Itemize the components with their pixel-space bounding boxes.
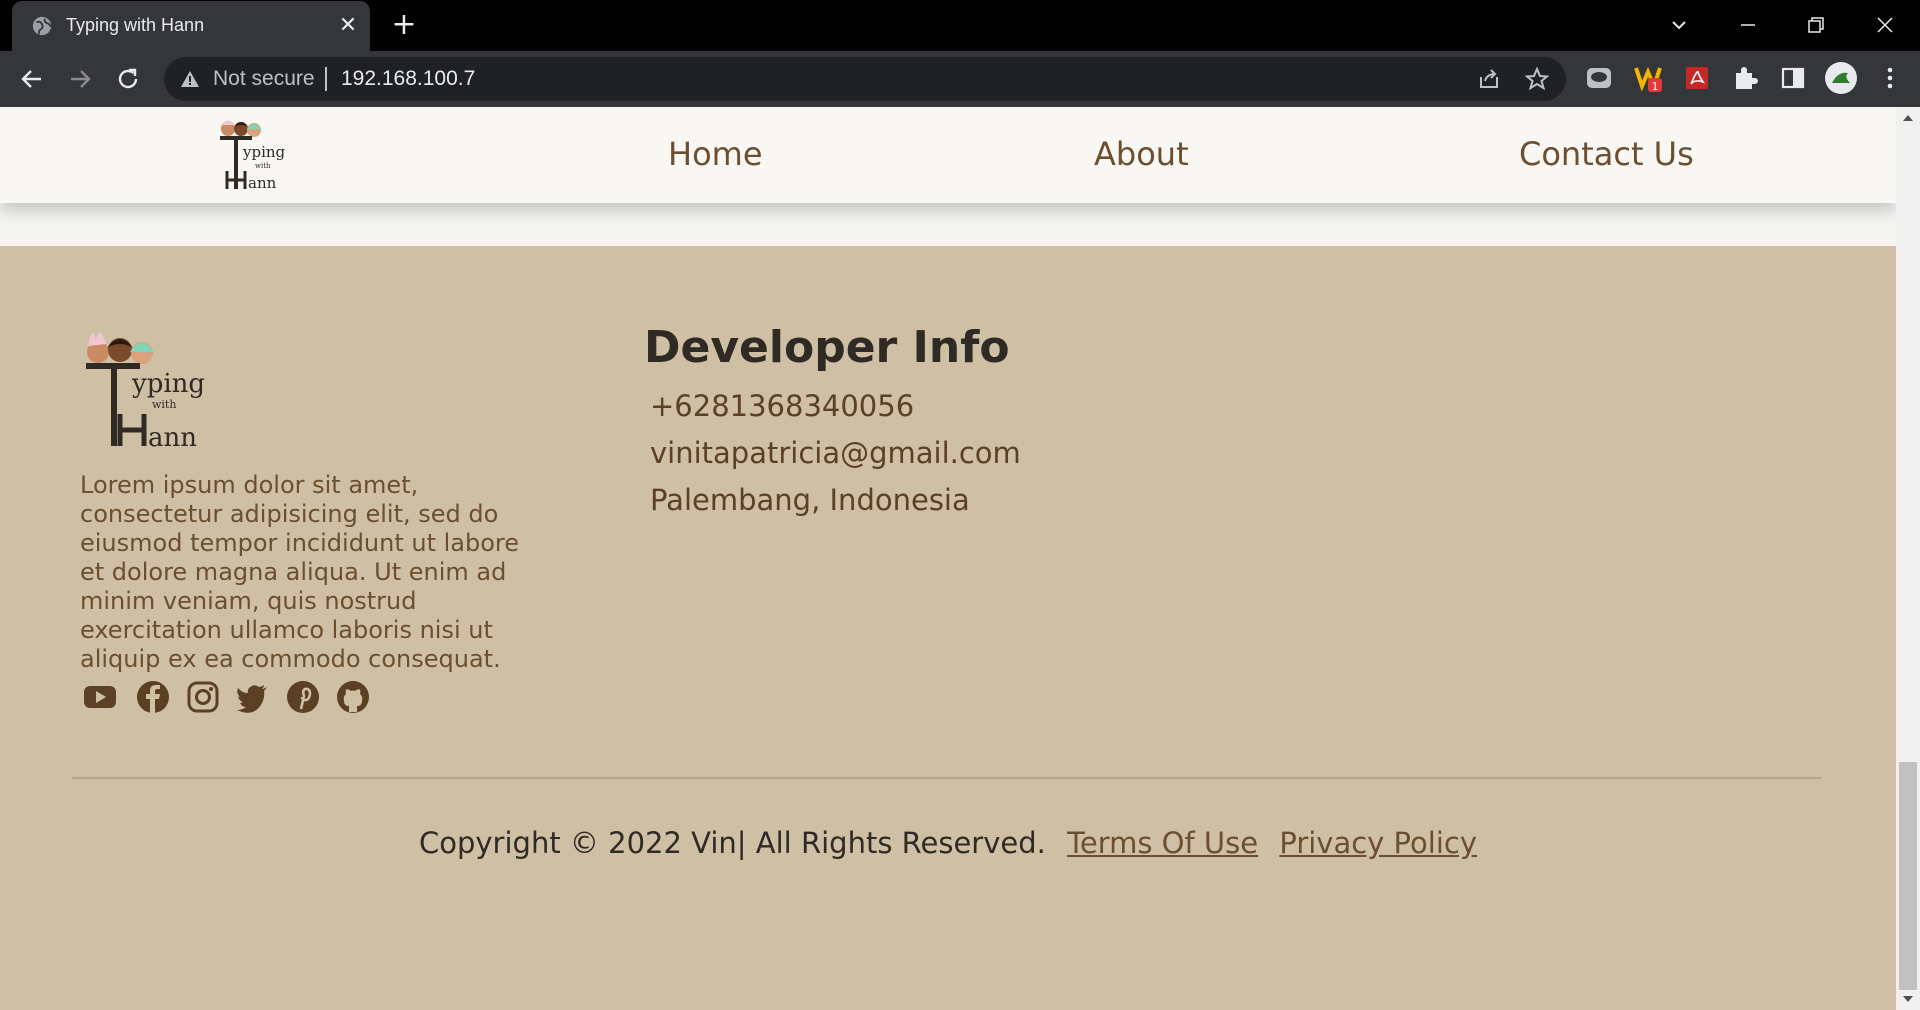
svg-text:with: with [152, 398, 176, 411]
chat-extension-icon[interactable] [1585, 64, 1613, 92]
security-label[interactable]: Not secure [213, 67, 315, 91]
page-scrollbar[interactable] [1896, 107, 1920, 1010]
close-tab-icon[interactable]: ✕ [336, 14, 360, 38]
footer-logo[interactable]: yping with ann [80, 326, 220, 456]
youtube-icon[interactable] [82, 679, 118, 715]
svg-text:yping: yping [131, 369, 205, 399]
close-window-icon[interactable] [1870, 10, 1900, 40]
social-links [82, 679, 382, 715]
office-extension-icon[interactable]: 1 [1634, 64, 1662, 92]
share-icon[interactable] [1477, 67, 1501, 91]
site-footer: yping with ann Lorem ipsum dolor sit ame… [0, 246, 1896, 1010]
pinterest-icon[interactable] [285, 679, 321, 715]
developer-location: Palembang, Indonesia [650, 483, 970, 517]
svg-text:yping: yping [242, 143, 286, 161]
twitter-icon[interactable] [234, 679, 270, 715]
terms-of-use-link[interactable]: Terms Of Use [1067, 826, 1258, 860]
copyright-text: Copyright © 2022 Vin| All Rights Reserve… [419, 826, 1046, 860]
browser-toolbar: Not secure 192.168.100.7 1 [0, 51, 1920, 107]
new-tab-icon[interactable]: + [389, 10, 419, 41]
scroll-up-icon[interactable] [1902, 113, 1914, 123]
tab-search-icon[interactable] [1664, 10, 1694, 40]
scroll-down-icon[interactable] [1902, 994, 1914, 1004]
omnibox-divider [325, 67, 327, 91]
github-icon[interactable] [335, 679, 371, 715]
side-panel-icon[interactable] [1779, 64, 1807, 92]
address-bar[interactable]: Not secure 192.168.100.7 [164, 57, 1566, 101]
footer-description: Lorem ipsum dolor sit amet, consectetur … [80, 471, 520, 673]
developer-email: vinitapatricia@gmail.com [650, 436, 1021, 470]
pdf-extension-icon[interactable] [1683, 64, 1711, 92]
profile-avatar[interactable] [1824, 61, 1858, 95]
back-icon[interactable] [18, 65, 46, 93]
extension-badge: 1 [1652, 80, 1659, 92]
kebab-menu-icon[interactable] [1876, 64, 1904, 92]
privacy-policy-link[interactable]: Privacy Policy [1279, 826, 1477, 860]
warning-icon[interactable] [180, 70, 200, 88]
minimize-icon[interactable] [1733, 10, 1763, 40]
svg-text:ann: ann [248, 174, 277, 192]
nav-home-link[interactable]: Home [668, 135, 763, 173]
reload-icon[interactable] [114, 65, 142, 93]
browser-tab[interactable]: Typing with Hann ✕ [12, 1, 370, 51]
url-text[interactable]: 192.168.100.7 [341, 67, 475, 91]
forward-icon[interactable] [66, 65, 94, 93]
nav-contact-link[interactable]: Contact Us [1519, 135, 1694, 173]
scroll-thumb[interactable] [1899, 762, 1917, 990]
svg-text:ann: ann [148, 423, 197, 453]
header-logo[interactable]: yping with ann [210, 117, 290, 197]
globe-icon [32, 16, 52, 36]
browser-tab-strip: Typing with Hann ✕ + [0, 0, 1920, 51]
extensions-puzzle-icon[interactable] [1731, 64, 1759, 92]
developer-info-heading: Developer Info [644, 322, 1010, 373]
copyright-bar: Copyright © 2022 Vin| All Rights Reserve… [0, 826, 1896, 860]
facebook-icon[interactable] [135, 679, 171, 715]
restore-icon[interactable] [1801, 10, 1831, 40]
footer-divider [72, 777, 1822, 779]
developer-phone: +6281368340056 [650, 389, 915, 423]
nav-about-link[interactable]: About [1094, 135, 1189, 173]
page-viewport: yping with ann Home About Contact Us ypi… [0, 107, 1896, 1010]
instagram-icon[interactable] [185, 679, 221, 715]
svg-text:with: with [255, 162, 271, 170]
content-strip [0, 203, 1896, 246]
site-header: yping with ann Home About Contact Us [0, 107, 1896, 203]
bookmark-star-icon[interactable] [1525, 67, 1549, 91]
tab-title: Typing with Hann [66, 15, 205, 35]
